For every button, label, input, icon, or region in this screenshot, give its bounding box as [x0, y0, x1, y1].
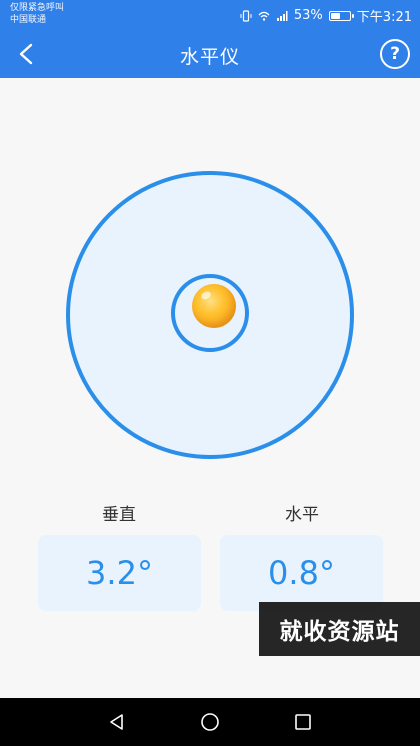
- square-recents-icon: [295, 714, 312, 730]
- status-icons: 53% 下午3:21: [240, 6, 412, 25]
- clock: 下午3:21: [356, 10, 412, 25]
- navigation-bar: [0, 698, 420, 746]
- vertical-label: 垂直: [102, 505, 136, 525]
- status-bar: 仅限紧急呼叫 中国联通 53% 下午3:21: [0, 0, 420, 30]
- vertical-value-card: 3.2°: [38, 535, 201, 611]
- nav-recents-button[interactable]: [288, 707, 318, 737]
- vibrate-icon: [240, 9, 252, 22]
- battery-percent: 53%: [293, 8, 323, 23]
- battery-fill: [330, 12, 340, 19]
- carrier-info: 仅限紧急呼叫 中国联通: [10, 2, 64, 26]
- circle-home-icon: [201, 713, 219, 731]
- carrier-line-1: 仅限紧急呼叫: [10, 3, 65, 13]
- title-bar: 水平仪 ?: [0, 30, 420, 78]
- battery-icon: [328, 10, 354, 21]
- horizontal-label: 水平: [285, 505, 319, 525]
- triangle-back-icon: [109, 714, 123, 730]
- signal-icon: [276, 10, 288, 22]
- help-button[interactable]: ?: [380, 39, 410, 69]
- vertical-value: 3.2°: [86, 554, 153, 592]
- wifi-icon: [258, 10, 270, 22]
- page-title: 水平仪: [179, 46, 240, 68]
- level-area: 垂直 水平 3.2° 0.8° 就收资源站: [0, 78, 420, 698]
- nav-back-button[interactable]: [102, 707, 132, 737]
- carrier-line-2: 中国联通: [10, 15, 47, 25]
- horizontal-value: 0.8°: [268, 554, 335, 592]
- watermark: 就收资源站: [259, 602, 420, 656]
- level-bubble: [192, 284, 236, 328]
- nav-home-button[interactable]: [195, 707, 225, 737]
- horizontal-value-card: 0.8°: [220, 535, 383, 611]
